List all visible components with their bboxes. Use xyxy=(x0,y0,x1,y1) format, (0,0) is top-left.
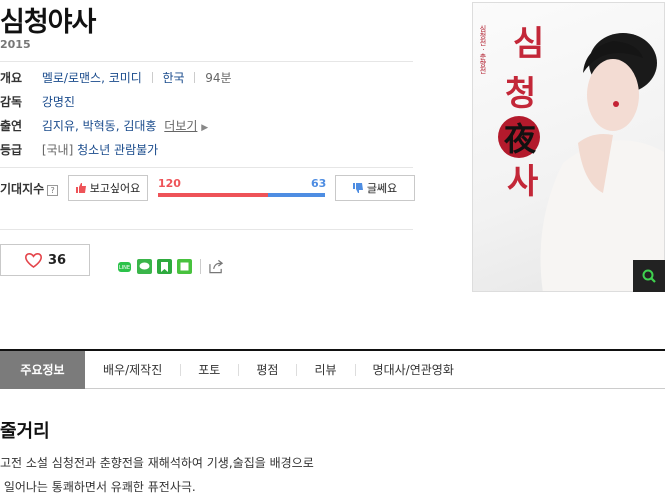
movie-poster[interactable]: 심청전 · 춘향전 심 청 夜 사 xyxy=(472,2,665,292)
help-icon[interactable]: ? xyxy=(47,185,59,196)
want-count: 120 xyxy=(158,177,181,190)
want-to-see-button[interactable]: 보고싶어요 xyxy=(68,175,148,201)
notsure-label: 글쎄요 xyxy=(366,182,398,195)
line-icon[interactable]: LINE xyxy=(117,259,132,274)
divider xyxy=(0,61,413,62)
cast-label: 출연 xyxy=(0,119,23,133)
expectation-bar xyxy=(158,193,325,197)
synopsis-line: 일어나는 통쾌하면서 유쾌한 퓨전사극. xyxy=(0,480,196,494)
not-sure-button[interactable]: 글쎄요 xyxy=(335,175,415,201)
movie-year: 2015 xyxy=(0,38,31,51)
svg-text:심청전 · 춘향전: 심청전 · 춘향전 xyxy=(479,24,487,74)
tab-quotes-related[interactable]: 명대사/연관영화 xyxy=(354,351,472,389)
tab-main-info[interactable]: 주요정보 xyxy=(0,350,85,389)
poster-subtitle: 심청전 · 춘향전 xyxy=(479,24,487,74)
thumbs-down-icon xyxy=(352,183,363,193)
share-bar: LINE xyxy=(117,259,224,274)
heart-icon xyxy=(25,252,42,268)
synopsis-line: 고전 소설 심청전과 춘향전을 재해석하여 기생,술집을 배경으로 xyxy=(0,456,314,470)
poster-title-char: 夜 xyxy=(503,120,537,158)
runtime: 94분 xyxy=(205,71,232,85)
like-count: 36 xyxy=(48,252,67,268)
share-icon[interactable] xyxy=(209,259,224,274)
notsure-count: 63 xyxy=(311,177,327,190)
director-label: 감독 xyxy=(0,95,23,109)
rating-label: 등급 xyxy=(0,143,23,157)
poster-title-char: 심 xyxy=(513,24,544,64)
rating-row: 등급 [국내] 청소년 관람불가 xyxy=(0,142,158,158)
poster-title-char: 청 xyxy=(505,74,536,114)
bookmark-icon[interactable] xyxy=(157,259,172,274)
want-bar-fill xyxy=(158,193,268,197)
director-row: 감독 강명진 xyxy=(0,94,75,110)
svg-text:LINE: LINE xyxy=(119,265,130,271)
like-button[interactable]: 36 xyxy=(0,244,90,276)
overview-row: 개요 멜로/로맨스, 코미디 한국 94분 xyxy=(0,70,232,86)
kakao-icon[interactable] xyxy=(137,259,152,274)
more-link[interactable]: 더보기 xyxy=(164,119,197,133)
square-icon[interactable] xyxy=(177,259,192,274)
divider xyxy=(0,229,413,230)
movie-title: 심청야사 xyxy=(0,7,96,38)
divider xyxy=(0,167,413,168)
rating-link[interactable]: 청소년 관람불가 xyxy=(77,143,158,157)
rating-prefix: [국내] xyxy=(41,143,74,157)
tab-rating[interactable]: 평점 xyxy=(238,351,296,389)
tab-photo[interactable]: 포토 xyxy=(180,351,238,389)
cast-row: 출연 김지유, 박혁동, 김대홍 더보기 ▶ xyxy=(0,118,208,136)
genre-link[interactable]: 멜로/로맨스, 코미디 xyxy=(42,71,142,85)
divider xyxy=(200,259,201,274)
expectation-label-text: 기대지수 xyxy=(0,182,45,196)
director-link[interactable]: 강명진 xyxy=(42,95,75,109)
overview-label: 개요 xyxy=(0,71,23,85)
synopsis-title: 줄거리 xyxy=(0,421,50,442)
poster-title-char: 사 xyxy=(507,162,538,202)
cast-link[interactable]: 김지유, 박혁동, 김대홍 xyxy=(42,119,157,133)
thumbs-up-icon xyxy=(75,183,86,193)
tab-review[interactable]: 리뷰 xyxy=(296,351,354,389)
tab-bar: 주요정보 배우/제작진 포토 평점 리뷰 명대사/연관영화 xyxy=(0,349,665,389)
search-icon xyxy=(642,269,656,283)
want-label: 보고싶어요 xyxy=(89,182,141,195)
divider xyxy=(194,72,196,83)
chevron-right-icon: ▶ xyxy=(201,123,209,133)
divider xyxy=(151,72,153,83)
country-link[interactable]: 한국 xyxy=(162,71,184,85)
tab-cast-crew[interactable]: 배우/제작진 xyxy=(85,351,180,389)
zoom-button[interactable] xyxy=(633,260,665,292)
synopsis-text: 고전 소설 심청전과 춘향전을 재해석하여 기생,술집을 배경으로 일어나는 통… xyxy=(0,451,314,497)
expectation-label: 기대지수? xyxy=(0,180,59,197)
poster-image: 심청전 · 춘향전 심 청 夜 사 xyxy=(479,24,664,291)
